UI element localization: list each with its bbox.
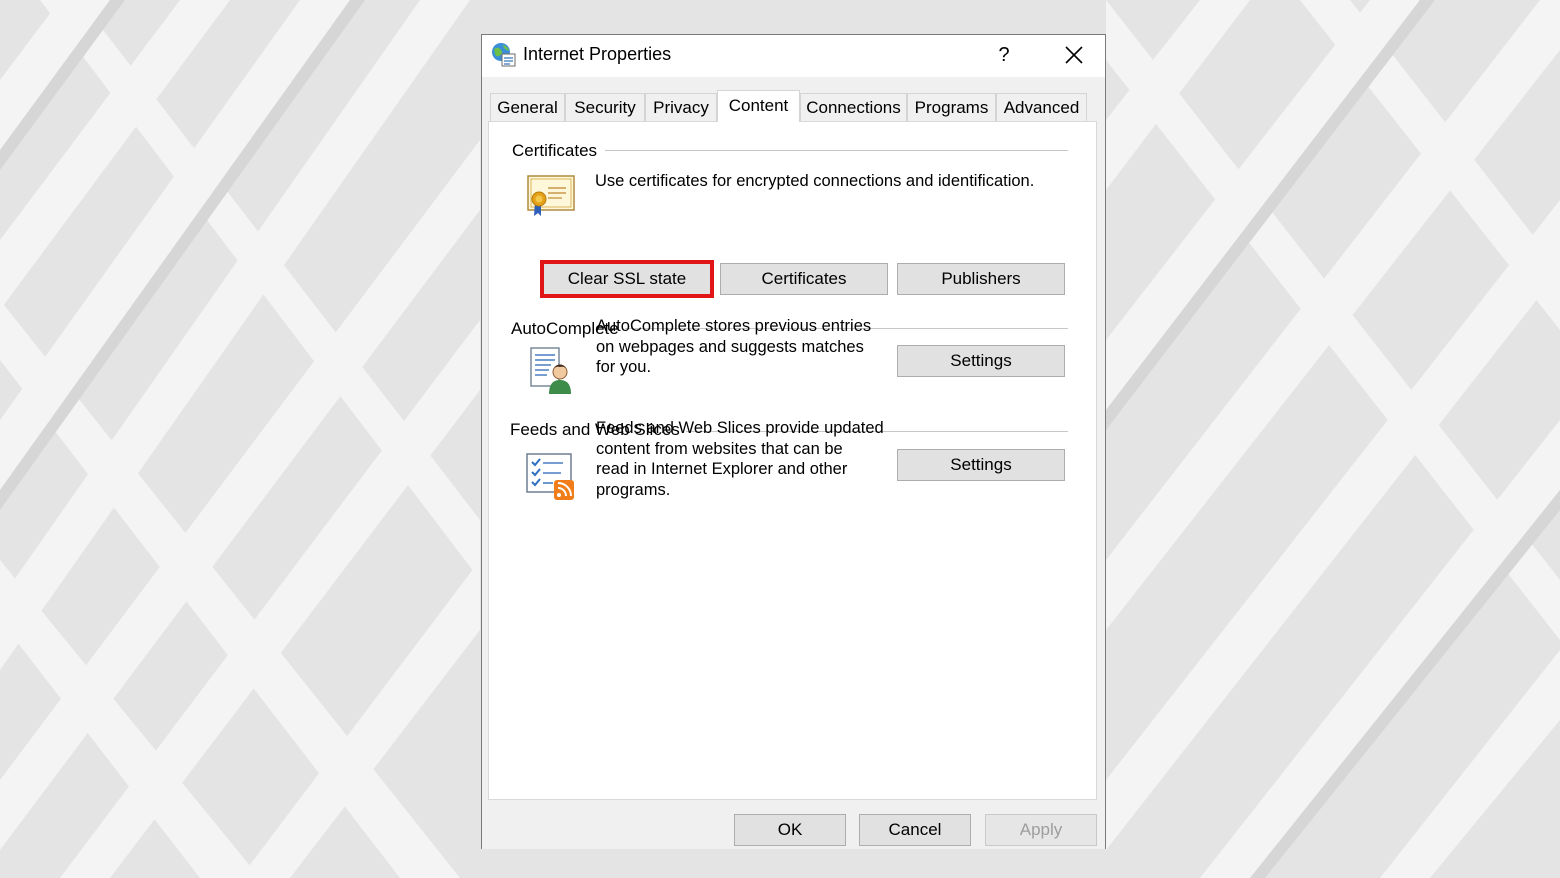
certificates-button[interactable]: Certificates — [720, 263, 888, 295]
internet-properties-dialog: Internet Properties ? General Security P… — [481, 34, 1106, 849]
window-title: Internet Properties — [523, 44, 672, 64]
feeds-settings-button[interactable]: Settings — [897, 449, 1065, 481]
feeds-description-line: programs. — [596, 480, 671, 499]
feeds-description-line: Feeds and Web Slices provide updated — [596, 419, 884, 437]
tab-advanced[interactable]: Advanced — [996, 93, 1087, 121]
feeds-icon — [526, 453, 574, 500]
tab-privacy[interactable]: Privacy — [645, 93, 717, 121]
certificate-icon — [527, 175, 575, 216]
tab-security[interactable]: Security — [565, 93, 645, 121]
autocomplete-settings-button[interactable]: Settings — [897, 345, 1065, 377]
title-bar: Internet Properties ? — [482, 35, 1105, 77]
internet-globe-icon — [492, 43, 516, 67]
publishers-button[interactable]: Publishers — [897, 263, 1065, 295]
feeds-description-line: read in Internet Explorer and other — [596, 460, 848, 478]
autocomplete-description-line: AutoComplete stores previous entries — [596, 317, 872, 335]
content-tab-panel: Certificates Use certificates for encryp… — [488, 121, 1097, 800]
cancel-button[interactable]: Cancel — [859, 814, 971, 846]
autocomplete-description-line: for you. — [596, 358, 652, 376]
certificates-divider — [605, 150, 1068, 151]
tab-content[interactable]: Content — [717, 90, 800, 122]
clear-ssl-state-button[interactable]: Clear SSL state — [540, 260, 714, 298]
feeds-description: Feeds and Web Slices provide updated con… — [596, 418, 884, 500]
autocomplete-description: AutoComplete stores previous entries on … — [596, 316, 871, 378]
close-icon — [1065, 46, 1083, 64]
autocomplete-description-line: on webpages and suggests matches — [596, 337, 864, 356]
ok-button[interactable]: OK — [734, 814, 846, 846]
help-button[interactable]: ? — [990, 40, 1018, 70]
tab-programs[interactable]: Programs — [907, 93, 996, 121]
apply-button[interactable]: Apply — [985, 814, 1097, 846]
certificates-heading: Certificates — [512, 141, 604, 161]
tab-general[interactable]: General — [490, 93, 565, 121]
feeds-description-line: content from websites that can be — [596, 439, 843, 458]
certificates-description: Use certificates for encrypted connectio… — [595, 172, 1035, 190]
close-button[interactable] — [1056, 39, 1092, 71]
autocomplete-icon — [530, 347, 571, 394]
tab-connections[interactable]: Connections — [800, 93, 907, 121]
